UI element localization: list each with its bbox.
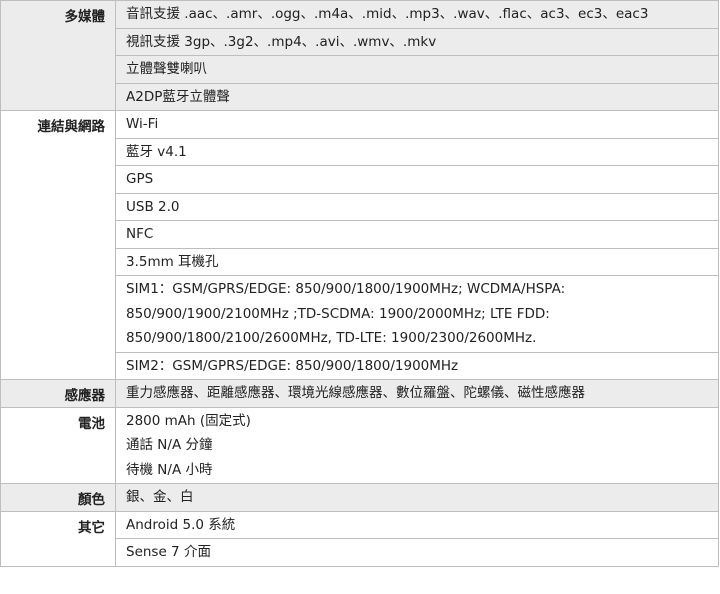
spec-value: 視訊支援 3gp、.3g2、.mp4、.avi、.wmv、.mkv (115, 27, 719, 56)
spec-value: Wi-Fi (115, 110, 719, 139)
spec-value: 重力感應器、距離感應器、環境光線感應器、數位羅盤、陀螺儀、磁性感應器 (115, 379, 719, 408)
spec-row: 連結與網路 Wi-Fi (0, 110, 719, 380)
spec-value: Sense 7 介面 (115, 538, 719, 567)
spec-category-label: 感應器 (0, 379, 116, 408)
spec-category-label: 顏色 (0, 483, 116, 512)
spec-row: 感應器 重力感應器、距離感應器、環境光線感應器、數位羅盤、陀螺儀、磁性感應器 (0, 379, 719, 408)
spec-row: 顏色 銀、金、白 (0, 483, 719, 512)
spec-value-line: 2800 mAh (固定式) (126, 412, 251, 429)
spec-value-line: 待機 N/A 小時 (126, 461, 213, 478)
spec-value: GPS (115, 165, 719, 194)
spec-category-label: 電池 (0, 406, 116, 484)
spec-value: 音訊支援 .aac、.amr、.ogg、.m4a、.mid、.mp3、.wav、… (115, 0, 719, 29)
spec-row: 電池 2800 mAh (固定式) 通話 N/A 分鐘 待機 N/A 小時 (0, 406, 719, 484)
spec-value: USB 2.0 (115, 192, 719, 221)
spec-row: 多媒體 音訊支援 .aac、.amr、.ogg、.m4a、.mid、.mp3、.w… (0, 0, 719, 111)
spec-table-body: 多媒體 音訊支援 .aac、.amr、.ogg、.m4a、.mid、.mp3、.w… (0, 0, 719, 567)
spec-value: A2DP藍牙立體聲 (115, 82, 719, 111)
spec-value: 3.5mm 耳機孔 (115, 247, 719, 276)
spec-value: 2800 mAh (固定式) 通話 N/A 分鐘 待機 N/A 小時 (115, 406, 719, 484)
spec-value: 藍牙 v4.1 (115, 137, 719, 166)
spec-value: 銀、金、白 (115, 483, 719, 512)
spec-value: SIM1：GSM/GPRS/EDGE: 850/900/1800/1900MHz… (115, 275, 719, 353)
spec-value: NFC (115, 220, 719, 249)
spec-value: 立體聲雙喇叭 (115, 55, 719, 84)
spec-category-label: 連結與網路 (0, 110, 116, 380)
spec-category-label: 多媒體 (0, 0, 116, 111)
spec-value: Android 5.0 系統 (115, 510, 719, 539)
spec-value: SIM2：GSM/GPRS/EDGE: 850/900/1800/1900MHz (115, 351, 719, 380)
spec-table: 多媒體 音訊支援 .aac、.amr、.ogg、.m4a、.mid、.mp3、.w… (0, 0, 719, 567)
spec-row: 其它 Android 5.0 系統 (0, 510, 719, 567)
spec-category-label: 其它 (0, 510, 116, 567)
spec-value-line: 通話 N/A 分鐘 (126, 437, 213, 453)
